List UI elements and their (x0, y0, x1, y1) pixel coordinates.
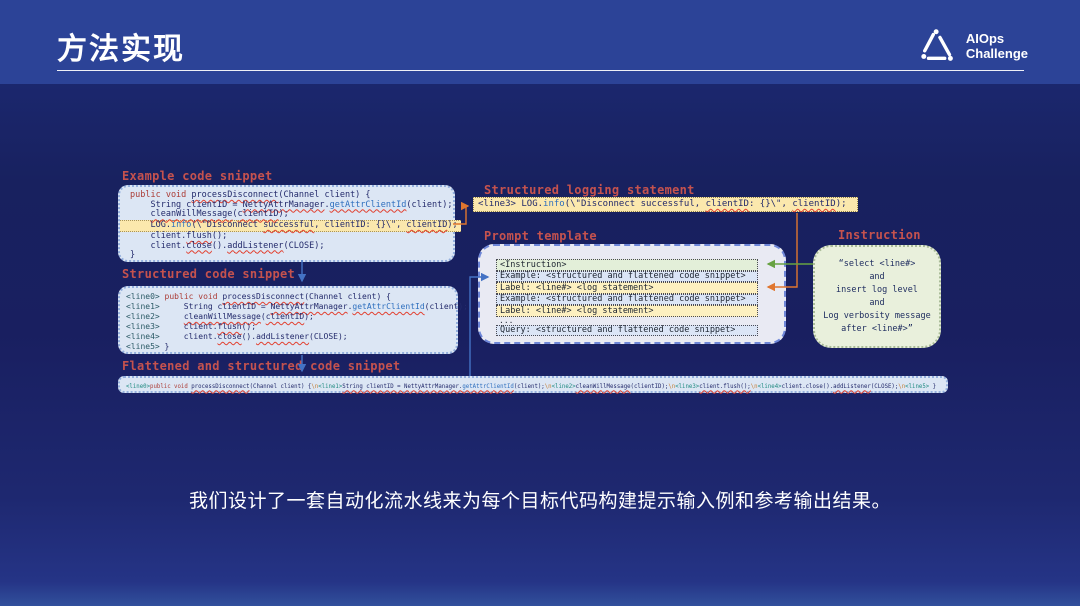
title-underline (57, 70, 1024, 71)
flattened-code-box: <line0>public void processDisconnect(Cha… (118, 376, 948, 393)
log-statement-row: <line3> LOG.info(\"Disconnect successful… (473, 197, 858, 212)
log-statement-heading: Structured logging statement (484, 183, 695, 197)
code-line: } (130, 251, 453, 261)
prompt-template-heading: Prompt template (484, 229, 597, 243)
flattened-code-line: <line0>public void processDisconnect(Cha… (126, 382, 899, 392)
instruction-line: insert log level (836, 284, 918, 297)
structured-code-box: <line0> public void processDisconnect(Ch… (118, 286, 458, 354)
instruction-box: “select <line#> and insert log level and… (813, 245, 941, 348)
code-line: client.close().addListener(CLOSE); (130, 242, 453, 252)
slide-caption: 我们设计了一套自动化流水线来为每个目标代码构建提示输入例和参考输出结果。 (0, 486, 1080, 513)
code-line: <line3> client.flush(); (126, 322, 456, 332)
prompt-row-example: Example: <structured and flattened code … (496, 294, 758, 306)
instruction-line: Log verbosity message (823, 310, 930, 323)
code-line: <line4> client.close().addListener(CLOSE… (126, 332, 456, 342)
prompt-row-example: Example: <structured and flattened code … (496, 271, 758, 283)
code-line: cleanWillMessage(clientID); (130, 210, 453, 220)
prompt-ellipsis: ... (496, 317, 758, 325)
instruction-heading: Instruction (838, 228, 921, 242)
instruction-line: “select <line#> (839, 258, 916, 271)
example-snippet-heading: Example code snippet (122, 169, 273, 183)
prompt-row-query: Query: <structured and flattened code sn… (496, 325, 758, 337)
prompt-row-instruction: <Instruction> (496, 259, 758, 271)
aiops-challenge-logo: AIOps Challenge (920, 26, 1028, 66)
structured-snippet-heading: Structured code snippet (122, 267, 295, 281)
logo-text: AIOps Challenge (966, 31, 1028, 61)
prompt-template-box: <Instruction> Example: <structured and f… (478, 244, 786, 344)
instruction-line: after <line#>” (841, 323, 913, 336)
slide: 方法实现 AIOps Challenge Example code snippe… (0, 0, 1080, 606)
code-line: <line2> cleanWillMessage(clientID); (126, 312, 456, 322)
prompt-row-label: Label: <line#> <log statement> (496, 305, 758, 317)
example-code-box: public void processDisconnect(Channel cl… (118, 185, 455, 262)
logo-line-2: Challenge (966, 46, 1028, 61)
aiops-triangle-icon (920, 26, 958, 66)
instruction-line: and (869, 297, 884, 310)
instruction-line: and (869, 271, 884, 284)
code-line: <line0> public void processDisconnect(Ch… (126, 292, 456, 302)
page-title: 方法实现 (57, 24, 185, 68)
logo-line-1: AIOps (966, 31, 1028, 46)
flattened-snippet-heading: Flattened and structured code snippet (122, 359, 400, 373)
code-line: <line5> } (126, 342, 456, 352)
code-line: <line1> String clientID = NettyAttrManag… (126, 302, 456, 312)
prompt-row-label: Label: <line#> <log statement> (496, 282, 758, 294)
